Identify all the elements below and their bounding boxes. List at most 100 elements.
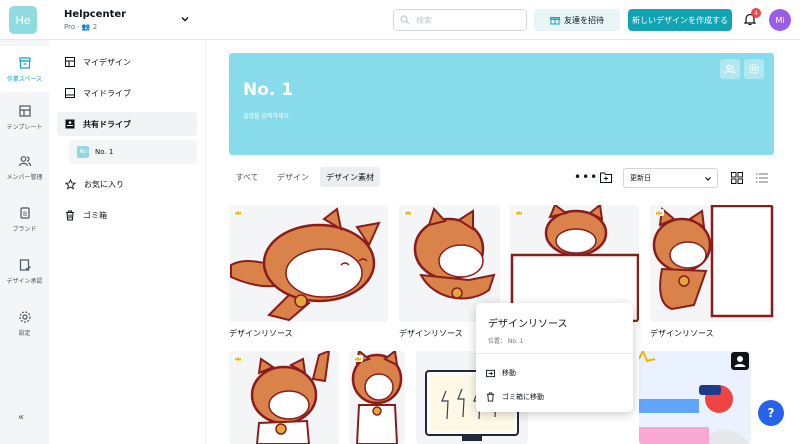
rail-item-settings[interactable]: 設定 [0, 300, 49, 346]
rail-label: 作業スペース [6, 75, 43, 83]
rail-label: デザイン承認 [6, 277, 43, 285]
notification-badge: 4 [751, 8, 761, 18]
rail-label: テンプレート [6, 123, 43, 131]
sort-select[interactable]: 更新日 [623, 168, 718, 188]
nav-label: 共有ドライブ [83, 119, 131, 129]
tab-designs[interactable]: デザイン [271, 167, 315, 187]
brand-icon: B [19, 206, 30, 219]
divider [476, 353, 633, 354]
nav-label: ゴミ箱 [83, 210, 107, 220]
move-menu-item[interactable]: 移動 [486, 365, 516, 381]
card-title[interactable]: デザインリソース [650, 328, 714, 339]
premium-crown-icon [233, 209, 243, 216]
invite-button[interactable]: 友達を招待 [534, 9, 620, 31]
team-plan: Pro · 👥 2 [64, 23, 98, 31]
star-icon [65, 178, 76, 190]
create-design-button[interactable]: 新しいデザインを作成する [628, 9, 732, 31]
cat-sticker-image [230, 207, 381, 322]
grid-icon [65, 57, 75, 67]
rail-label: ブランド [12, 225, 37, 233]
folder-settings-button[interactable] [744, 59, 764, 79]
asset-card[interactable] [229, 205, 388, 322]
folder-chip: No [77, 146, 89, 158]
trash-menu-item[interactable]: ゴミ箱に移動 [486, 389, 544, 405]
members-icon [724, 64, 736, 74]
asset-card[interactable] [229, 351, 339, 444]
members-icon [18, 155, 31, 166]
rail-item-members[interactable]: メンバー管理 [0, 144, 49, 190]
premium-crown-icon [353, 355, 363, 362]
popup-location: 位置： No. 1 [488, 338, 524, 345]
template-icon [18, 104, 31, 117]
asset-card[interactable] [650, 205, 774, 322]
sort-value: 更新日 [630, 174, 651, 182]
asset-context-menu: デザインリソース 位置： No. 1 移動 ゴミ箱に移動 [476, 303, 633, 412]
banner-title: No. 1 [243, 80, 294, 100]
nav-item-trash[interactable]: ゴミ箱 [57, 203, 197, 227]
premium-crown-icon [403, 209, 413, 216]
banner-subtitle[interactable]: 설명을 입력하세요. [243, 111, 291, 120]
search-icon [400, 15, 410, 25]
team-logo[interactable]: He [9, 6, 37, 34]
members-button[interactable] [720, 59, 740, 79]
list-view-icon[interactable] [756, 172, 768, 184]
folder-nav: マイデザイン マイドライブ 共有ドライブ No No. 1 お気に入り ゴミ箱 [49, 40, 206, 444]
nav-item-shared-drive[interactable]: 共有ドライブ [57, 112, 197, 136]
rail-item-templates[interactable]: テンプレート [0, 94, 49, 140]
more-options-icon[interactable]: ••• [574, 170, 598, 184]
card-title[interactable]: デザインリソース [399, 328, 463, 339]
approval-icon [19, 258, 31, 271]
nav-label: お気に入り [84, 179, 124, 189]
card-title[interactable]: デザインリソース [229, 328, 293, 339]
invite-label: 友達を招待 [564, 15, 604, 25]
nav-item-my-designs[interactable]: マイデザイン [57, 50, 197, 74]
rail-item-brand[interactable]: B ブランド [0, 196, 49, 242]
chevron-down-icon [705, 177, 711, 181]
tab-design-assets[interactable]: デザイン素材 [320, 167, 380, 187]
nav-sub-label: No. 1 [95, 148, 114, 156]
trash-icon [486, 392, 495, 402]
menu-label: ゴミ箱に移動 [502, 393, 544, 401]
popup-title: デザインリソース [488, 319, 568, 330]
cat-sticker-image [250, 351, 331, 444]
grid-view-icon[interactable] [731, 172, 743, 184]
search-input[interactable]: 検索 [393, 9, 527, 31]
rail-label: 設定 [18, 329, 31, 337]
chevron-down-icon[interactable] [180, 14, 190, 24]
premium-crown-icon [233, 355, 243, 362]
person-icon [734, 356, 746, 367]
folder-banner: No. 1 설명을 입력하세요. [229, 53, 774, 155]
nav-item-favorites[interactable]: お気に入り [57, 172, 197, 196]
drive-icon [65, 88, 75, 98]
nav-label: マイデザイン [83, 57, 131, 67]
rail-label: メンバー管理 [6, 173, 43, 181]
team-name[interactable]: Helpcenter [64, 9, 126, 20]
nav-sub-item-no1[interactable]: No No. 1 [69, 140, 197, 164]
collapse-sidebar-button[interactable]: « [18, 412, 24, 423]
trash-icon [66, 210, 74, 220]
move-icon [486, 369, 495, 377]
help-button[interactable]: ? [758, 400, 784, 426]
svg-text:B: B [22, 211, 26, 218]
rail-item-approval[interactable]: デザイン承認 [0, 248, 49, 294]
premium-crown-icon [514, 209, 524, 216]
premium-crown-icon [654, 209, 664, 216]
search-placeholder: 検索 [416, 16, 432, 25]
tab-all[interactable]: すべて [229, 167, 265, 187]
cat-sticker-image [652, 205, 774, 318]
person-badge [731, 352, 749, 370]
left-rail: 作業スペース テンプレート メンバー管理 B ブランド デザイン承認 設定 « [0, 40, 49, 444]
avatar[interactable]: Mi [769, 9, 791, 31]
gear-icon [749, 64, 759, 74]
cat-sticker-image [351, 351, 403, 444]
top-bar: He Helpcenter Pro · 👥 2 検索 友達を招待 新しいデザイン… [0, 0, 800, 40]
rail-item-workspace[interactable]: 作業スペース [0, 46, 49, 92]
workspace-icon [18, 56, 31, 69]
settings-icon [18, 310, 31, 323]
asset-card[interactable] [349, 351, 405, 444]
gift-icon [550, 17, 560, 25]
nav-item-my-drive[interactable]: マイドライブ [57, 81, 197, 105]
new-folder-icon[interactable] [600, 172, 612, 183]
menu-label: 移動 [502, 369, 516, 377]
shared-drive-icon [65, 119, 75, 129]
